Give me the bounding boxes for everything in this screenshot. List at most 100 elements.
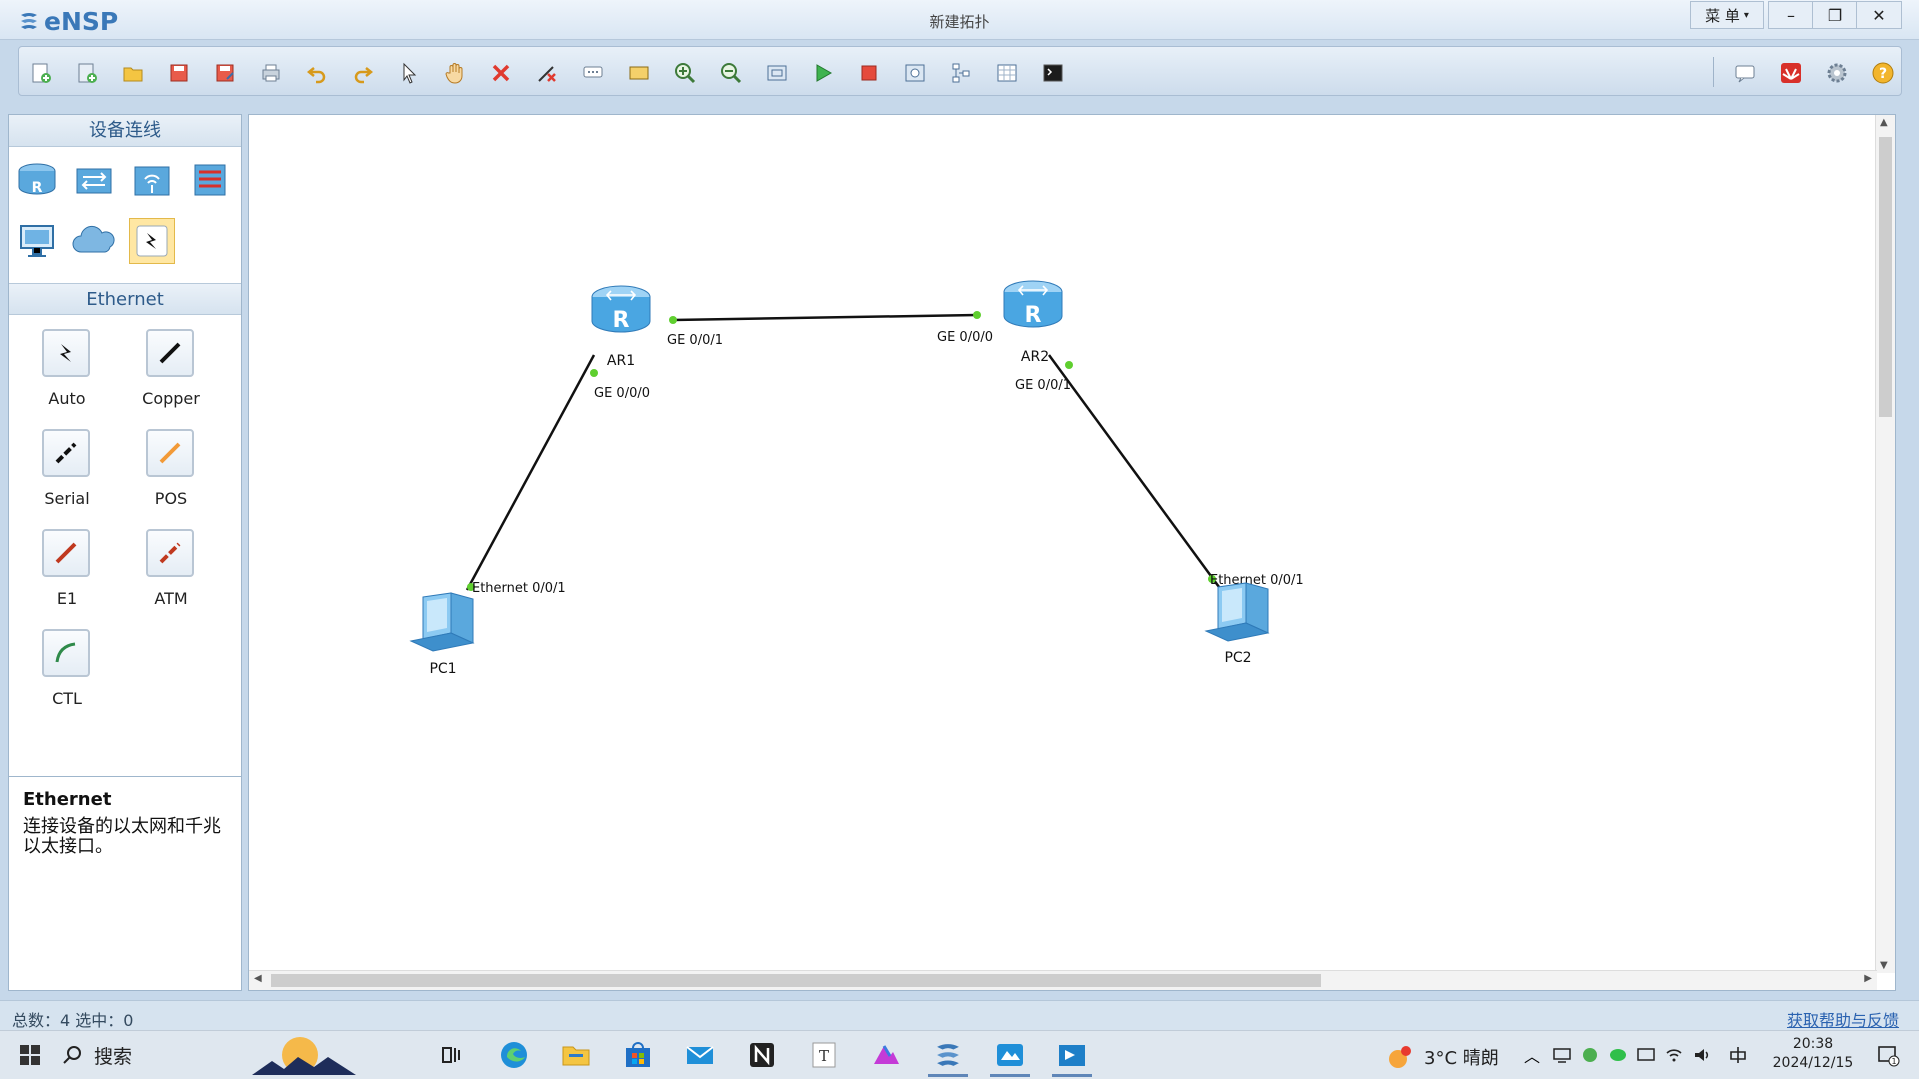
- router-category[interactable]: R: [14, 157, 60, 203]
- help-button[interactable]: ?: [1869, 59, 1897, 87]
- horizontal-scrollbar[interactable]: ◀ ▶: [249, 970, 1877, 990]
- port-label: GE 0/0/1: [667, 333, 723, 348]
- link-ar1-ar2[interactable]: [672, 313, 978, 322]
- clock[interactable]: 20:38 2024/12/15: [1765, 1035, 1861, 1073]
- terminal-button[interactable]: [1039, 59, 1067, 87]
- zoom-in-button[interactable]: [671, 59, 699, 87]
- capture-button[interactable]: [901, 59, 929, 87]
- tray-wechat[interactable]: [1606, 1037, 1630, 1073]
- new-test-button[interactable]: [73, 59, 101, 87]
- help-feedback-link[interactable]: 获取帮助与反馈: [1787, 1007, 1899, 1031]
- stop-button[interactable]: [855, 59, 883, 87]
- folder-icon: [562, 1046, 590, 1066]
- help-icon: ?: [1872, 62, 1894, 84]
- taskbar-mail[interactable]: [676, 1037, 724, 1073]
- cable-copper[interactable]: Copper: [121, 325, 221, 415]
- taskbar-terminal-app[interactable]: [1048, 1037, 1096, 1077]
- scroll-up-arrow-icon[interactable]: ▲: [1880, 117, 1888, 128]
- wlan-category[interactable]: [129, 157, 175, 203]
- tray-display[interactable]: [1634, 1037, 1658, 1073]
- notification-button[interactable]: 1: [1868, 1037, 1908, 1073]
- scroll-right-arrow-icon[interactable]: ▶: [1864, 973, 1872, 984]
- task-view-button[interactable]: [432, 1037, 472, 1073]
- settings-button[interactable]: [1823, 59, 1851, 87]
- menu-button[interactable]: 菜 单 ▾: [1690, 1, 1764, 29]
- chat-button[interactable]: [1731, 59, 1759, 87]
- cable-e1[interactable]: E1: [17, 525, 117, 615]
- cable-atm[interactable]: ATM: [121, 525, 221, 615]
- cable-pos[interactable]: POS: [121, 425, 221, 515]
- link-ar1-pc1[interactable]: [465, 354, 596, 591]
- fit-button[interactable]: [763, 59, 791, 87]
- rectangle-button[interactable]: [625, 59, 653, 87]
- taskbar-app-purple[interactable]: [862, 1037, 910, 1073]
- cable-serial[interactable]: Serial: [17, 425, 117, 515]
- pc-pc2[interactable]: [1204, 582, 1270, 642]
- tray-wifi[interactable]: [1662, 1037, 1686, 1073]
- cable-auto[interactable]: Auto: [17, 325, 117, 415]
- switch-category[interactable]: [71, 157, 117, 203]
- undo-icon: [306, 67, 326, 84]
- taskbar-store[interactable]: [614, 1037, 662, 1073]
- taskbar-typora[interactable]: T: [800, 1037, 848, 1073]
- scroll-down-arrow-icon[interactable]: ▼: [1880, 960, 1888, 971]
- pc-category[interactable]: [14, 218, 60, 264]
- port-label: GE 0/0/0: [594, 386, 650, 401]
- cables-title: Ethernet: [9, 283, 241, 315]
- tray-volume[interactable]: [1690, 1037, 1714, 1073]
- taskbar-edge[interactable]: [490, 1037, 538, 1073]
- task-view-icon: [442, 1047, 460, 1063]
- new-test-icon: [78, 63, 97, 83]
- taskbar-explorer[interactable]: [552, 1037, 600, 1073]
- firewall-category[interactable]: [187, 157, 233, 203]
- vertical-scrollbar[interactable]: ▲ ▼: [1875, 115, 1895, 973]
- delete-button[interactable]: [487, 59, 515, 87]
- delete-link-button[interactable]: [533, 59, 561, 87]
- cloud-category[interactable]: [71, 218, 117, 264]
- select-button[interactable]: [395, 59, 423, 87]
- new-topology-button[interactable]: [27, 59, 55, 87]
- new-topology-icon: [32, 63, 51, 83]
- auto-link-category[interactable]: [129, 218, 175, 264]
- minimize-button[interactable]: –: [1768, 1, 1814, 29]
- vertical-scroll-thumb[interactable]: [1879, 137, 1892, 417]
- start-button[interactable]: [809, 59, 837, 87]
- start-menu-button[interactable]: [10, 1037, 50, 1073]
- port-label: Ethernet 0/0/1: [472, 581, 566, 596]
- router-ar1[interactable]: R: [591, 285, 651, 333]
- pc-pc1[interactable]: [409, 592, 475, 652]
- horizontal-scroll-thumb[interactable]: [271, 974, 1321, 987]
- hand-button[interactable]: [441, 59, 469, 87]
- open-button[interactable]: [119, 59, 147, 87]
- link-ar2-pc2[interactable]: [1047, 354, 1221, 588]
- router-ar2[interactable]: R: [1003, 280, 1063, 328]
- tray-app[interactable]: [1578, 1037, 1602, 1073]
- redo-button[interactable]: [349, 59, 377, 87]
- close-button[interactable]: ✕: [1856, 1, 1902, 29]
- grid-button[interactable]: [993, 59, 1021, 87]
- switch-icon: [76, 168, 112, 194]
- topology-canvas[interactable]: GE 0/0/1 GE 0/0/0 GE 0/0/0 Ethernet 0/0/…: [248, 114, 1896, 991]
- huawei-button[interactable]: [1777, 59, 1805, 87]
- tray-expand[interactable]: ︿: [1520, 1037, 1544, 1073]
- cable-ctl[interactable]: CTL: [17, 625, 117, 715]
- taskbar-notion[interactable]: [738, 1037, 786, 1073]
- print-button[interactable]: [257, 59, 285, 87]
- tray-network[interactable]: [1550, 1037, 1574, 1073]
- taskbar-virtualbox[interactable]: [986, 1037, 1034, 1077]
- taskbar-ensp[interactable]: [924, 1037, 972, 1077]
- search-label: 搜索: [94, 1045, 133, 1068]
- scroll-left-arrow-icon[interactable]: ◀: [254, 973, 262, 984]
- port-dot: [1065, 361, 1073, 369]
- save-as-button[interactable]: [211, 59, 239, 87]
- port-label: GE 0/0/0: [937, 330, 993, 345]
- topology-button[interactable]: [947, 59, 975, 87]
- undo-button[interactable]: [303, 59, 331, 87]
- restore-button[interactable]: ❐: [1812, 1, 1858, 29]
- taskbar-search[interactable]: 搜索: [62, 1037, 422, 1075]
- zoom-out-button[interactable]: [717, 59, 745, 87]
- save-button[interactable]: [165, 59, 193, 87]
- text-button[interactable]: [579, 59, 607, 87]
- tray-ime[interactable]: [1720, 1037, 1756, 1073]
- weather-widget[interactable]: 3°C 晴朗: [1386, 1043, 1499, 1071]
